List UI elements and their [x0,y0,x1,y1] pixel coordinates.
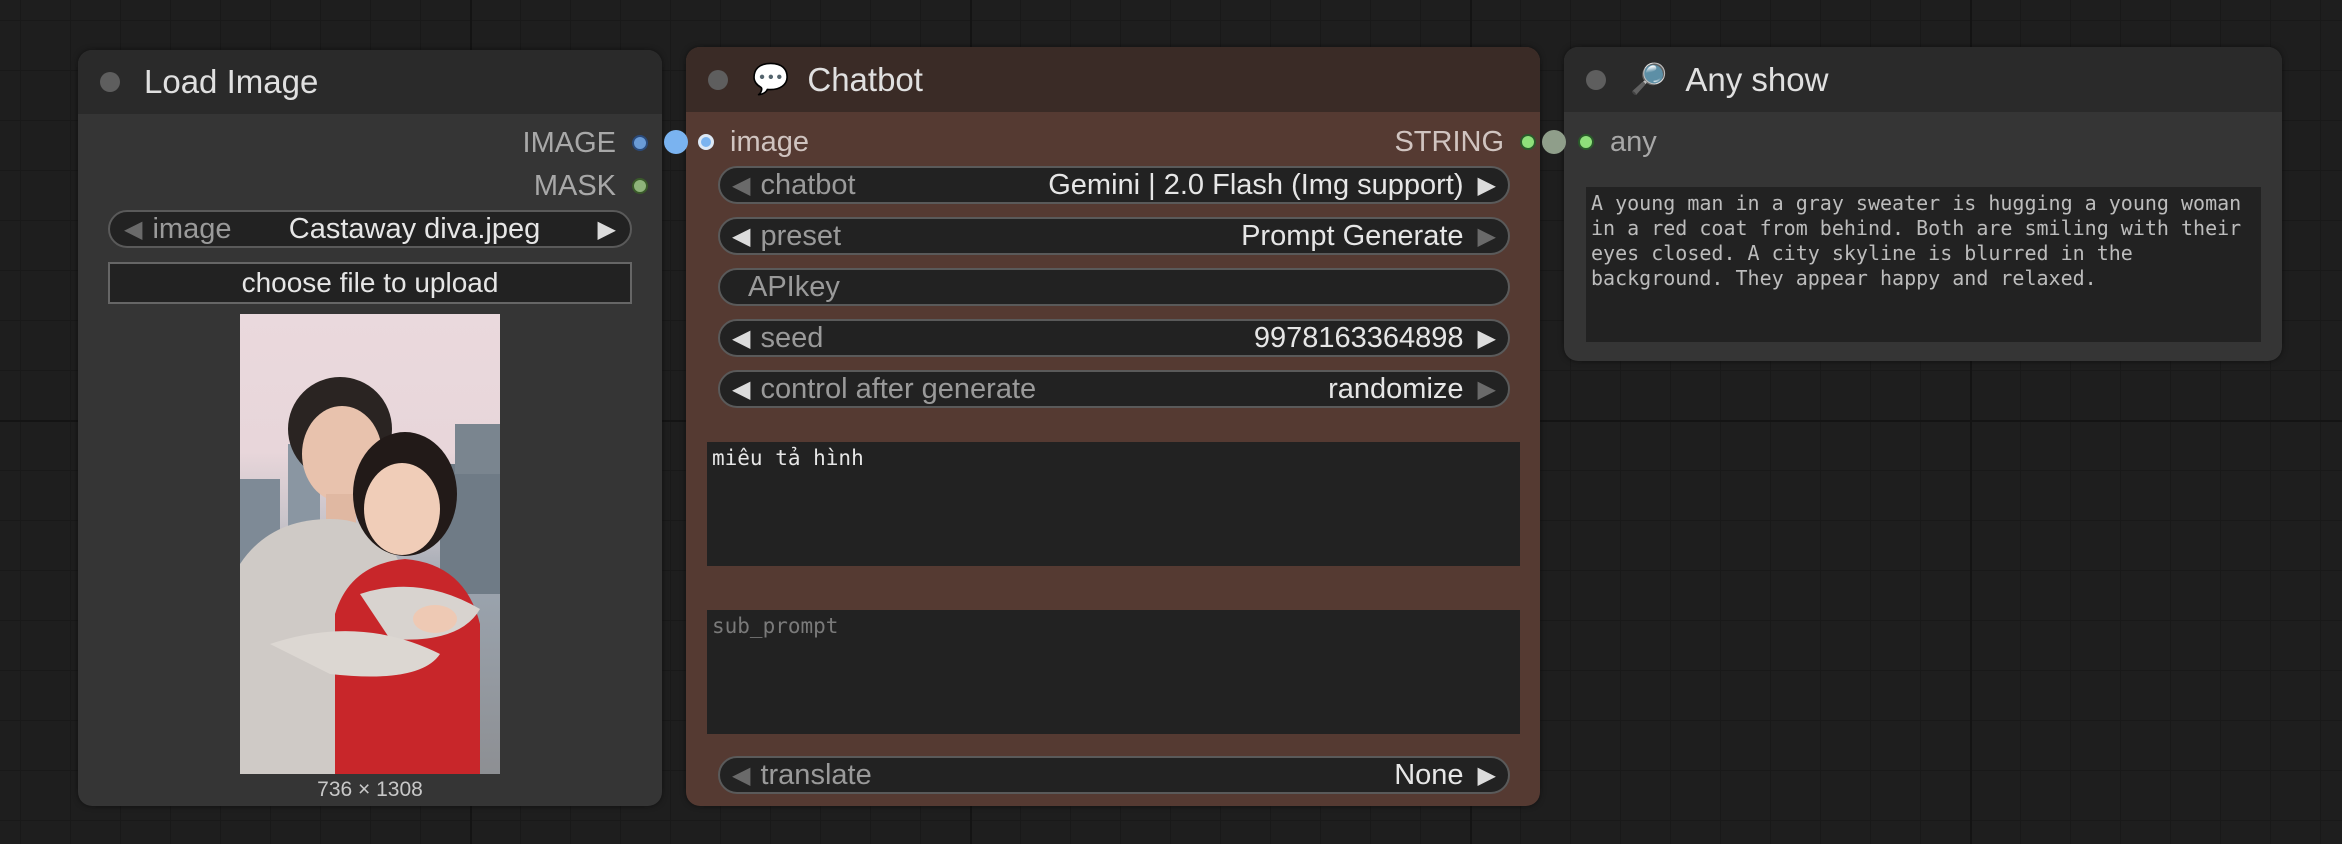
left-arrow-icon[interactable]: ◀ [124,215,142,244]
seed-value: 9978163364898 [1253,321,1464,354]
apikey-field[interactable]: APIkey [718,268,1510,306]
output-text-area[interactable]: A young man in a gray sweater is hugging… [1586,187,2261,342]
translate-label: translate [760,758,872,791]
any-show-title-bar[interactable]: 🔎 Any show [1564,47,2282,112]
image-output-slot[interactable]: IMAGE [523,125,648,161]
image-output-label: IMAGE [522,126,616,159]
load-image-title-bar[interactable]: Load Image [78,50,662,114]
chatbot-value: Gemini | 2.0 Flash (Img support) [1048,168,1464,201]
sub-prompt-textarea[interactable]: sub_prompt [707,610,1520,734]
sub-prompt-placeholder: sub_prompt [712,614,839,638]
chatbot-label: chatbot [760,168,856,201]
mask-output-dot-icon[interactable] [632,178,648,194]
string-output-label: STRING [1394,125,1504,158]
apikey-label: APIkey [748,270,840,303]
image-output-dot-icon[interactable] [632,135,648,151]
image-select-widget[interactable]: ◀ image Castaway diva.jpeg ▶ [108,210,632,248]
speech-bubble-icon: 💬 [752,62,790,96]
node-title: Chatbot [807,60,923,98]
node-title: Any show [1685,60,1829,98]
prompt-textarea[interactable]: miêu tả hình [707,442,1520,566]
right-arrow-icon[interactable]: ▶ [1478,761,1496,790]
any-show-node[interactable]: 🔎 Any show any A young man in a gray swe… [1564,47,2282,361]
right-arrow-icon[interactable]: ▶ [1478,222,1496,251]
collapse-dot-icon[interactable] [708,69,728,90]
prompt-text: miêu tả hình [712,446,864,470]
collapse-dot-icon[interactable] [100,72,120,92]
left-arrow-icon[interactable]: ◀ [732,222,750,251]
translate-value: None [1394,758,1464,791]
upload-button-label: choose file to upload [241,267,499,298]
output-text: A young man in a gray sweater is hugging… [1591,191,2242,290]
mask-output-label: MASK [533,169,616,202]
seed-label: seed [760,321,824,354]
chatbot-node[interactable]: 💬 Chatbot image STRING ◀ chatbot Gemini … [686,47,1540,806]
chatbot-model-select[interactable]: ◀ chatbot Gemini | 2.0 Flash (Img suppor… [718,166,1510,204]
image-input-label: image [730,125,809,158]
string-output-slot[interactable]: STRING [1394,124,1536,160]
left-arrow-icon[interactable]: ◀ [732,375,750,404]
any-input-dot-icon[interactable] [1578,134,1594,150]
any-input-slot[interactable]: any [1578,124,1657,160]
image-preview [240,314,500,774]
left-arrow-icon[interactable]: ◀ [732,761,750,790]
image-input-dot-icon[interactable] [698,134,714,150]
seed-number-widget[interactable]: ◀ seed 9978163364898 ▶ [718,319,1510,357]
image-link-connector[interactable] [664,130,688,154]
right-arrow-icon[interactable]: ▶ [1478,375,1496,404]
preset-select[interactable]: ◀ preset Prompt Generate ▶ [718,217,1510,255]
any-input-label: any [1610,125,1657,158]
image-input-slot[interactable]: image [698,124,809,160]
preset-value: Prompt Generate [1241,219,1464,252]
control-value: randomize [1328,372,1464,405]
right-arrow-icon[interactable]: ▶ [1478,324,1496,353]
magnifier-icon: 🔎 [1630,62,1668,96]
mask-output-slot[interactable]: MASK [534,168,648,204]
string-output-dot-icon[interactable] [1520,134,1536,150]
image-widget-value: Castaway diva.jpeg [288,212,541,245]
chatbot-title-bar[interactable]: 💬 Chatbot [686,47,1540,112]
photo-illustration [240,377,500,774]
image-dimensions: 736 × 1308 [317,778,423,801]
collapse-dot-icon[interactable] [1586,69,1606,90]
image-widget-label: image [152,212,232,245]
control-label: control after generate [760,372,1037,405]
right-arrow-icon[interactable]: ▶ [598,215,616,244]
right-arrow-icon[interactable]: ▶ [1478,171,1496,200]
control-after-generate-select[interactable]: ◀ control after generate randomize ▶ [718,370,1510,408]
upload-button[interactable]: choose file to upload [108,262,632,304]
load-image-node[interactable]: Load Image IMAGE MASK ◀ image Castaway d… [78,50,662,806]
preset-label: preset [760,219,842,252]
string-link-connector[interactable] [1542,130,1566,154]
translate-select[interactable]: ◀ translate None ▶ [718,756,1510,794]
left-arrow-icon[interactable]: ◀ [732,171,750,200]
node-title: Load Image [144,63,319,100]
left-arrow-icon[interactable]: ◀ [732,324,750,353]
